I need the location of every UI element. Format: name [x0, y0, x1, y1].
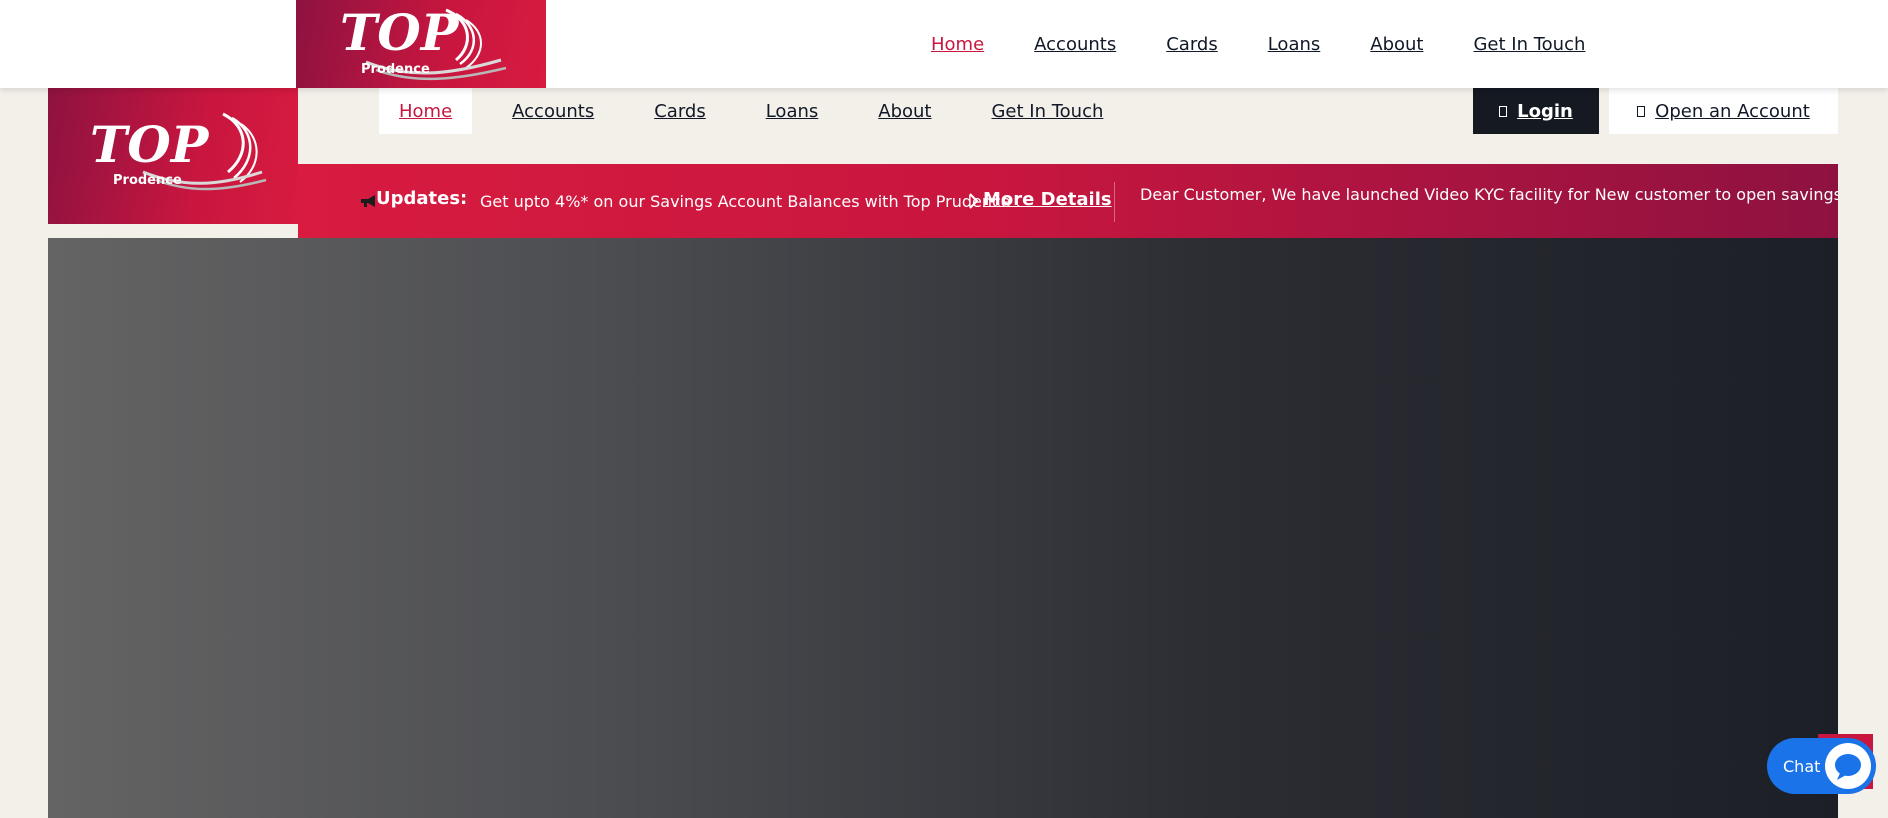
top-nav-home[interactable]: Home	[931, 34, 984, 55]
updates-label: Updates:	[376, 188, 468, 209]
login-label: Login	[1517, 100, 1573, 122]
logo-word: TOP	[90, 115, 210, 174]
main-nav-accounts[interactable]: Accounts	[492, 88, 614, 134]
logo-subtitle: Prodence	[113, 173, 182, 188]
login-button[interactable]: Login	[1473, 88, 1599, 134]
logo-subtitle: Prodence	[361, 62, 430, 77]
open-account-label: Open an Account	[1655, 100, 1810, 122]
main-nav: Home Accounts Cards Loans About Get In T…	[379, 88, 1123, 134]
top-nav-accounts[interactable]: Accounts	[1034, 34, 1116, 55]
update-message: Get upto 4%* on our Savings Account Bala…	[480, 192, 1021, 211]
updates-divider	[1114, 182, 1115, 222]
top-nav-get-in-touch[interactable]: Get In Touch	[1473, 34, 1585, 55]
main-nav-cards[interactable]: Cards	[634, 88, 726, 134]
main-nav-loans[interactable]: Loans	[746, 88, 839, 134]
chat-bubble-icon	[1825, 743, 1871, 789]
top-nav-cards[interactable]: Cards	[1166, 34, 1218, 55]
top-header: TOP Prodence Home Accounts Cards Loans A…	[0, 0, 1888, 88]
top-nav-about[interactable]: About	[1370, 34, 1423, 55]
user-icon	[1637, 105, 1646, 117]
main-logo[interactable]: TOP Prodence	[48, 88, 298, 224]
logo-swoosh-icon: TOP Prodence	[340, 3, 507, 81]
more-details-link[interactable]: More Details	[983, 189, 1112, 210]
hero-banner	[48, 238, 1838, 818]
top-nav-loans[interactable]: Loans	[1268, 34, 1321, 55]
main-nav-about[interactable]: About	[858, 88, 951, 134]
logo-swoosh-icon: TOP Prodence	[90, 112, 267, 191]
top-nav: Home Accounts Cards Loans About Get In T…	[931, 32, 1635, 56]
updates-bar: Updates: Get upto 4%* on our Savings Acc…	[298, 164, 1838, 238]
lock-icon	[1499, 105, 1508, 117]
top-logo[interactable]: TOP Prodence	[296, 0, 546, 88]
main-nav-home[interactable]: Home	[379, 88, 473, 134]
logo-word: TOP	[340, 3, 460, 62]
open-account-button[interactable]: Open an Account	[1609, 88, 1838, 134]
chat-label: Chat	[1783, 757, 1821, 776]
chat-widget[interactable]: Chat	[1767, 738, 1876, 794]
main-nav-get-in-touch[interactable]: Get In Touch	[971, 88, 1123, 134]
chevron-right-icon	[969, 193, 979, 209]
update-message: Dear Customer, We have launched Video KY…	[1140, 185, 1838, 204]
